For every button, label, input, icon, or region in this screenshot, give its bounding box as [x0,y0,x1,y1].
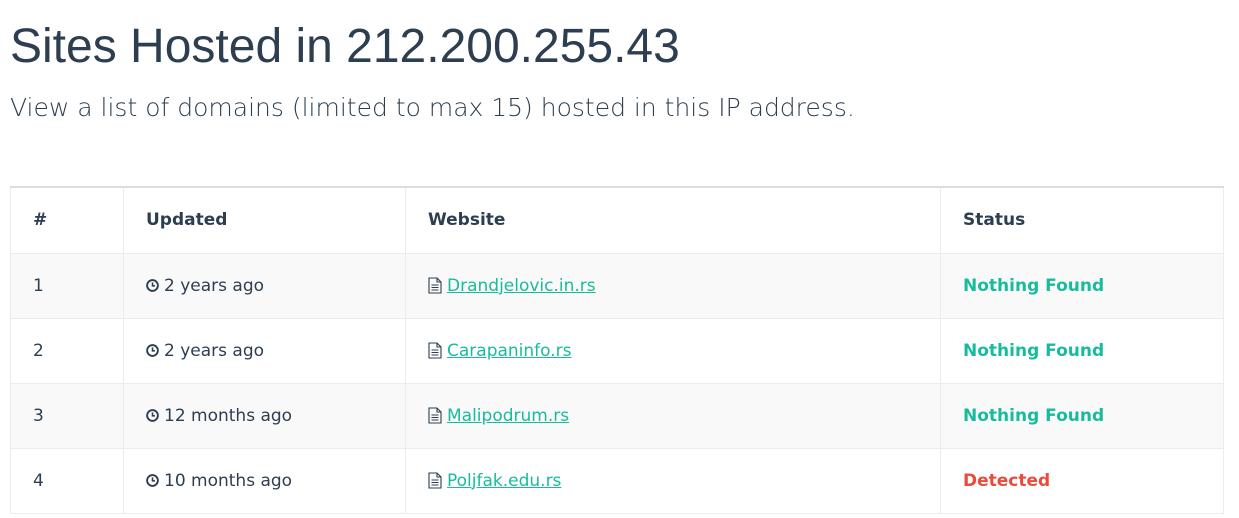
header-website: Website [405,186,941,254]
website-link[interactable]: Malipodrum.rs [447,406,569,426]
row-status: Detected [940,447,1224,514]
document-icon [428,471,442,489]
row-website: Drandjelovic.in.rs [405,252,941,319]
sites-table: # Updated Website Status 1 2 years ago D… [10,186,1224,514]
row-number: 4 [10,447,124,514]
header-number: # [10,186,124,254]
page-title: Sites Hosted in 212.200.255.43 [10,20,680,73]
updated-text: 2 years ago [164,275,265,296]
table-row: 1 2 years ago Drandjelovic.in.rs Nothing… [10,252,1224,319]
row-updated: 10 months ago [123,447,406,514]
table-row: 2 2 years ago Carapaninfo.rs Nothing Fou… [10,317,1224,384]
updated-text: 2 years ago [164,340,265,361]
clock-icon [146,473,159,487]
status-text: Nothing Found [963,340,1105,361]
row-website: Carapaninfo.rs [405,317,941,384]
status-text: Nothing Found [963,275,1105,296]
header-updated: Updated [123,186,406,254]
status-text: Nothing Found [963,405,1105,426]
page: Sites Hosted in 212.200.255.43 View a li… [0,0,1239,518]
clock-icon [146,278,159,292]
row-website: Poljfak.edu.rs [405,447,941,514]
header-status: Status [940,186,1224,254]
updated-text: 12 months ago [164,405,293,426]
table-row: 4 10 months ago Poljfak.edu.rs Detected [10,447,1224,514]
table-header-row: # Updated Website Status [10,186,1224,254]
document-icon [428,341,442,359]
row-updated: 2 years ago [123,317,406,384]
page-subtitle: View a list of domains (limited to max 1… [10,93,855,122]
row-status: Nothing Found [940,252,1224,319]
row-website: Malipodrum.rs [405,382,941,449]
document-icon [428,406,442,424]
website-link[interactable]: Drandjelovic.in.rs [447,276,596,296]
document-icon [428,276,442,294]
clock-icon [146,408,159,422]
row-number: 2 [10,317,124,384]
clock-icon [146,343,159,357]
row-status: Nothing Found [940,382,1224,449]
row-updated: 12 months ago [123,382,406,449]
row-number: 3 [10,382,124,449]
website-link[interactable]: Poljfak.edu.rs [447,471,561,491]
updated-text: 10 months ago [164,470,293,491]
table-row: 3 12 months ago Malipodrum.rs Nothing Fo… [10,382,1224,449]
status-text: Detected [963,470,1051,491]
website-link[interactable]: Carapaninfo.rs [447,341,572,361]
row-number: 1 [10,252,124,319]
row-updated: 2 years ago [123,252,406,319]
row-status: Nothing Found [940,317,1224,384]
